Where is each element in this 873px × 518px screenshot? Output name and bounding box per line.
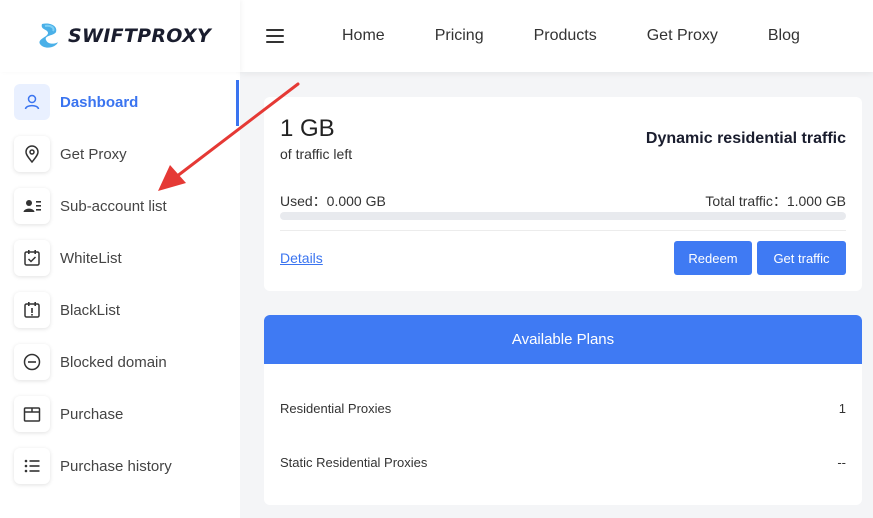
get-traffic-button[interactable]: Get traffic [757, 241, 846, 275]
location-pin-icon [14, 136, 50, 172]
sidebar: Dashboard Get Proxy Sub-account list Whi… [0, 72, 240, 518]
list-icon [14, 448, 50, 484]
details-link[interactable]: Details [280, 250, 323, 266]
sidebar-item-sub-account-list[interactable]: Sub-account list [14, 186, 238, 226]
available-plans-header: Available Plans [264, 315, 862, 364]
plan-row: Static Residential Proxies -- [280, 455, 846, 470]
nav-get-proxy[interactable]: Get Proxy [647, 27, 718, 45]
logo[interactable]: SWIFTPROXY [0, 0, 240, 72]
sidebar-item-label: Dashboard [60, 93, 139, 111]
box-icon [14, 396, 50, 432]
nav-home[interactable]: Home [342, 27, 385, 45]
sidebar-item-label: BlackList [60, 301, 121, 319]
calendar-check-icon [14, 240, 50, 276]
traffic-remaining-value: 1 GB [280, 115, 335, 142]
sidebar-item-label: Purchase history [60, 457, 172, 475]
user-icon [14, 84, 50, 120]
sidebar-item-blocked-domain[interactable]: Blocked domain [14, 342, 238, 382]
plan-value: -- [837, 455, 846, 470]
traffic-card: 1 GB of traffic left Dynamic residential… [264, 97, 862, 291]
contact-list-icon [14, 188, 50, 224]
plan-row: Residential Proxies 1 [280, 401, 846, 416]
traffic-remaining-caption: of traffic left [280, 146, 353, 162]
minus-circle-icon [14, 344, 50, 380]
swift-logo-icon [39, 23, 58, 48]
sidebar-item-blacklist[interactable]: BlackList [14, 290, 238, 330]
nav-blog[interactable]: Blog [768, 27, 800, 45]
sidebar-item-purchase-history[interactable]: Purchase history [14, 446, 238, 486]
sidebar-item-label: WhiteList [60, 249, 122, 267]
sidebar-item-label: Purchase [60, 405, 124, 423]
sidebar-item-label: Sub-account list [60, 197, 167, 215]
brand-name: SWIFTPROXY [68, 25, 212, 47]
sidebar-item-whitelist[interactable]: WhiteList [14, 238, 238, 278]
divider [280, 230, 846, 231]
redeem-button[interactable]: Redeem [674, 241, 752, 275]
sidebar-item-purchase[interactable]: Purchase [14, 394, 238, 434]
calendar-alert-icon [14, 292, 50, 328]
available-plans-card: Available Plans Residential Proxies 1 St… [264, 315, 862, 505]
plan-name: Static Residential Proxies [280, 455, 428, 470]
sidebar-active-indicator [236, 80, 239, 126]
top-navigation-bar: Home Pricing Products Get Proxy Blog [240, 0, 873, 72]
nav-products[interactable]: Products [534, 27, 597, 45]
plan-value: 1 [838, 401, 846, 416]
traffic-card-title: Dynamic residential traffic [645, 130, 846, 147]
sidebar-item-get-proxy[interactable]: Get Proxy [14, 134, 238, 174]
sidebar-item-label: Get Proxy [60, 145, 127, 163]
plan-name: Residential Proxies [280, 401, 392, 416]
sidebar-item-label: Blocked domain [60, 353, 167, 371]
traffic-total: Total traffic：1.000 GB [705, 193, 846, 209]
hamburger-menu-icon[interactable] [266, 29, 284, 43]
nav-pricing[interactable]: Pricing [435, 27, 484, 45]
sidebar-item-dashboard[interactable]: Dashboard [14, 82, 238, 122]
traffic-progress-bar [280, 212, 846, 220]
traffic-used: Used：0.000 GB [280, 193, 386, 209]
main-nav: Home Pricing Products Get Proxy Blog [342, 27, 850, 45]
